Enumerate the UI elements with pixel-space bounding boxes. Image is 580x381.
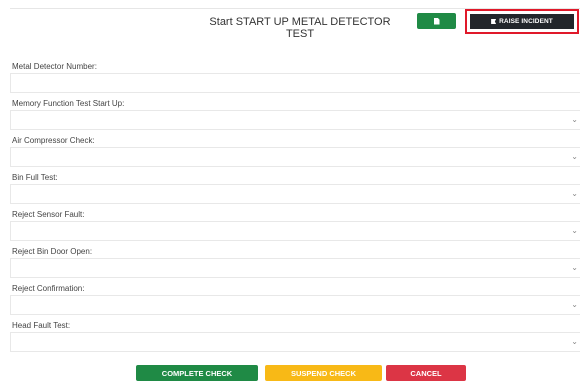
chevron-down-icon: ⌄ [571,226,578,235]
field-label: Reject Bin Door Open: [12,247,93,256]
raise-incident-label: RAISE INCIDENT [499,18,553,25]
reject-confirmation-select[interactable]: ⌄ [10,295,580,315]
flag-icon [491,19,497,24]
field-air-compressor-check: Air Compressor Check: ⌄ [10,136,580,173]
memory-function-test-select[interactable]: ⌄ [10,110,580,130]
chevron-down-icon: ⌄ [571,115,578,124]
field-memory-function-test: Memory Function Test Start Up: ⌄ [10,99,580,136]
raise-incident-highlight: RAISE INCIDENT [465,9,579,34]
air-compressor-check-select[interactable]: ⌄ [10,147,580,167]
field-label: Memory Function Test Start Up: [12,99,125,108]
metal-detector-number-input[interactable] [10,73,580,93]
chevron-down-icon: ⌄ [571,300,578,309]
chevron-down-icon: ⌄ [571,152,578,161]
chevron-down-icon: ⌄ [571,189,578,198]
field-reject-confirmation: Reject Confirmation: ⌄ [10,284,580,321]
field-metal-detector-number: Metal Detector Number: [10,62,580,99]
chevron-down-icon: ⌄ [571,263,578,272]
chevron-down-icon: ⌄ [571,337,578,346]
page-title: Start START UP METAL DETECTOR TEST [209,16,391,40]
head-fault-test-select[interactable]: ⌄ [10,332,580,352]
check-form: Metal Detector Number: Memory Function T… [10,62,580,358]
complete-check-button[interactable]: COMPLETE CHECK [136,365,258,381]
document-button[interactable] [417,13,456,29]
reject-sensor-fault-select[interactable]: ⌄ [10,221,580,241]
field-label: Reject Confirmation: [12,284,85,293]
field-label: Air Compressor Check: [12,136,95,145]
suspend-check-button[interactable]: SUSPEND CHECK [265,365,382,381]
field-reject-bin-door-open: Reject Bin Door Open: ⌄ [10,247,580,284]
raise-incident-button[interactable]: RAISE INCIDENT [470,14,574,29]
field-bin-full-test: Bin Full Test: ⌄ [10,173,580,210]
field-label: Metal Detector Number: [12,62,97,71]
bin-full-test-select[interactable]: ⌄ [10,184,580,204]
field-label: Reject Sensor Fault: [12,210,85,219]
field-label: Head Fault Test: [12,321,71,330]
reject-bin-door-open-select[interactable]: ⌄ [10,258,580,278]
field-reject-sensor-fault: Reject Sensor Fault: ⌄ [10,210,580,247]
field-head-fault-test: Head Fault Test: ⌄ [10,321,580,358]
action-bar: COMPLETE CHECK SUSPEND CHECK CANCEL [0,365,580,381]
cancel-button[interactable]: CANCEL [386,365,466,381]
field-label: Bin Full Test: [12,173,58,182]
document-icon [433,17,440,25]
